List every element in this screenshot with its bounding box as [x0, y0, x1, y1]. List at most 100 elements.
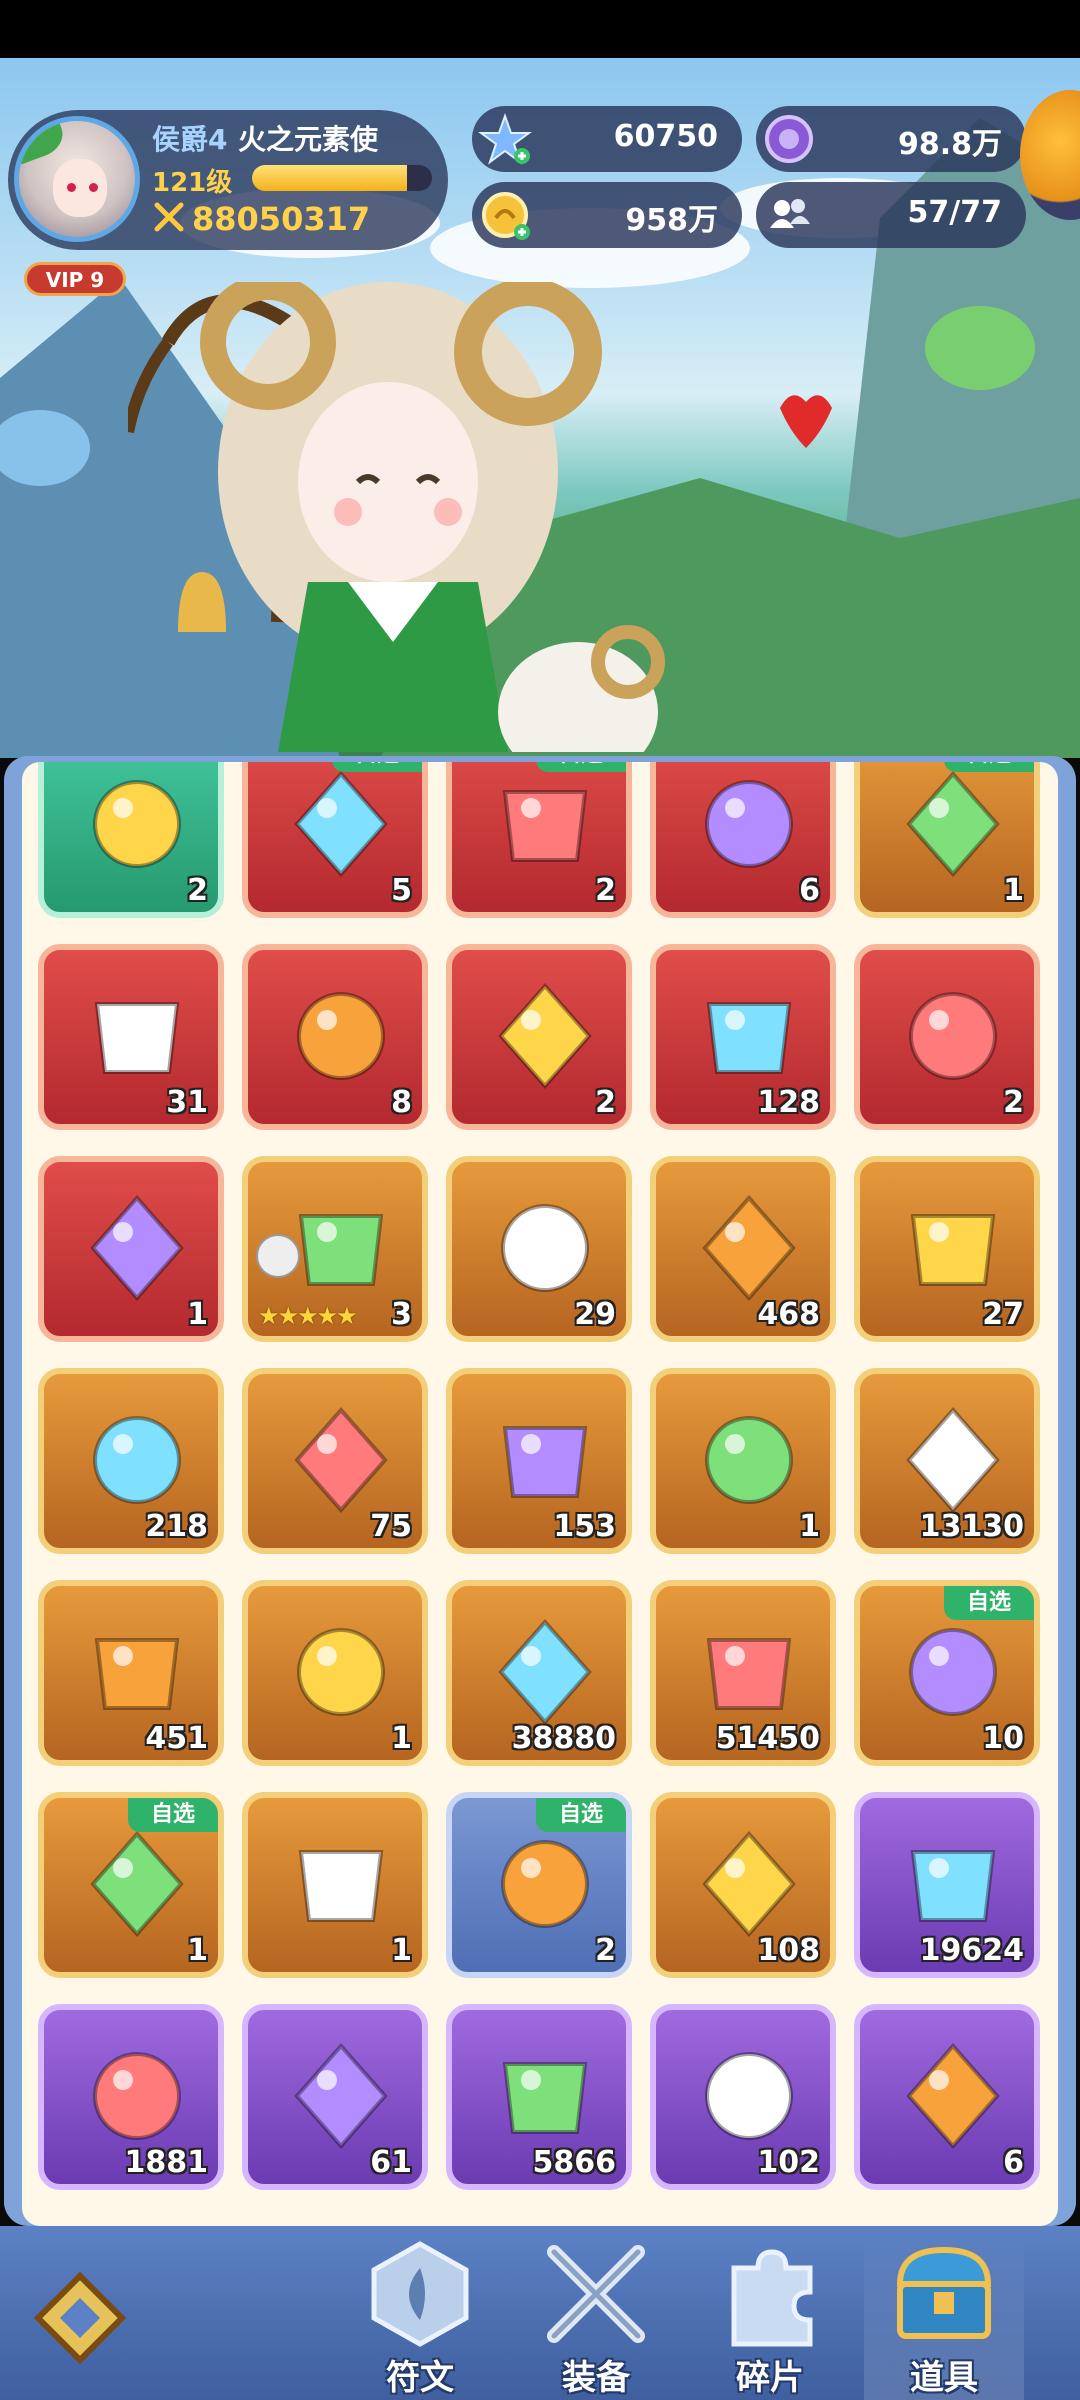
item-slot[interactable]: 2 [38, 762, 224, 918]
item-slot[interactable]: 31 [38, 944, 224, 1130]
tab-items[interactable]: 道具 [864, 2232, 1024, 2400]
golden-key-icon [705, 1416, 793, 1504]
item-slot[interactable]: 128 [650, 944, 836, 1130]
item-count: 1 [391, 1933, 412, 1968]
item-slot[interactable]: 102 [650, 2004, 836, 2190]
inventory-panel[interactable]: 2自选5自选26自选1318212821★★★★★329468272187515… [22, 762, 1058, 2226]
puzzle-piece-icon [731, 2249, 813, 2347]
ice-chest-icon [501, 1840, 589, 1928]
item-slot[interactable]: 1 [650, 1368, 836, 1554]
palm-leaf-icon [19, 121, 69, 165]
item-slot[interactable]: 5866 [446, 2004, 632, 2190]
item-slot[interactable]: ★★★★★ 3 [242, 1156, 428, 1342]
item-slot[interactable]: 自选 1 [854, 762, 1040, 918]
avatar-face [53, 159, 107, 217]
item-slot[interactable]: 61 [242, 2004, 428, 2190]
treasure-chest-icon [896, 2246, 992, 2339]
item-slot[interactable]: 13130 [854, 1368, 1040, 1554]
jewel-chest-icon [90, 1830, 184, 1938]
star-rating: ★★★★★ [258, 1302, 358, 1330]
crystal-ball-icon [298, 1214, 384, 1286]
item-slot[interactable]: 8 [242, 944, 428, 1130]
item-slot[interactable]: 29 [446, 1156, 632, 1342]
resource-value: 958万 [625, 203, 718, 238]
item-count: 13130 [919, 1509, 1024, 1544]
item-slot[interactable]: 451 [38, 1580, 224, 1766]
avatar-eye [89, 183, 98, 192]
resource-purple-coin[interactable]: 98.8万 [756, 106, 1026, 172]
item-count: 5 [391, 873, 412, 908]
item-slot[interactable]: 自选 1 [38, 1792, 224, 1978]
item-slot[interactable]: 468 [650, 1156, 836, 1342]
coral-icon [501, 1204, 589, 1292]
item-slot[interactable]: 6 [650, 762, 836, 918]
item-count: 1881 [124, 2145, 209, 2180]
gold-ticket-icon [706, 1002, 792, 1074]
item-count: 218 [145, 1509, 208, 1544]
select-tag: 自选 [128, 1798, 218, 1832]
resource-gold-coin[interactable]: 958万 [472, 182, 742, 248]
resource-friends[interactable]: 57/77 [756, 182, 1026, 248]
resource-star-crystal[interactable]: 60750 [472, 106, 742, 172]
item-slot[interactable]: 自选 2 [446, 1792, 632, 1978]
item-slot[interactable]: 1 [242, 1580, 428, 1766]
player-level: 121级 [152, 168, 233, 198]
sword-card-icon [705, 2052, 793, 2140]
item-slot[interactable]: 自选 5 [242, 762, 428, 918]
treasure-chest-icon [502, 790, 588, 862]
rainbow-crystal-icon [93, 780, 181, 868]
status-bar [0, 0, 1080, 58]
item-slot[interactable]: 38880 [446, 1580, 632, 1766]
item-count: 61 [370, 2145, 412, 2180]
item-slot[interactable]: 218 [38, 1368, 224, 1554]
item-count: 2 [595, 1933, 616, 1968]
crossed-swords-icon [547, 2245, 645, 2343]
item-count: 153 [553, 1509, 616, 1544]
avatar-eye [67, 183, 76, 192]
lotus-flower-icon [94, 1002, 180, 1074]
item-slot[interactable]: 19624 [854, 1792, 1040, 1978]
purple-medal-icon [706, 1638, 792, 1710]
item-slot[interactable]: 自选 10 [854, 1580, 1040, 1766]
item-slot[interactable]: 108 [650, 1792, 836, 1978]
item-slot[interactable]: 1 [242, 1792, 428, 1978]
back-arrow-icon[interactable] [22, 2258, 142, 2378]
item-count: 451 [145, 1721, 208, 1756]
rune-icon [371, 2241, 469, 2347]
item-slot[interactable]: 2 [446, 944, 632, 1130]
item-count: 3 [391, 1297, 412, 1332]
item-count: 1 [391, 1721, 412, 1756]
inventory-grid: 2自选5自选26自选1318212821★★★★★329468272187515… [38, 762, 1040, 2190]
item-slot[interactable]: 1 [38, 1156, 224, 1342]
item-slot[interactable]: 6 [854, 2004, 1040, 2190]
item-slot[interactable]: 2 [854, 944, 1040, 1130]
item-slot[interactable]: 27 [854, 1156, 1040, 1342]
resource-value: 57/77 [907, 195, 1002, 230]
dragon-egg-icon [702, 1830, 796, 1938]
tab-fragments[interactable]: 碎片 [690, 2232, 850, 2400]
item-count: 51450 [715, 1721, 820, 1756]
combat-power: 88050317 [192, 200, 371, 238]
item-count: 29 [574, 1297, 616, 1332]
item-slot[interactable]: 75 [242, 1368, 428, 1554]
item-slot[interactable]: 51450 [650, 1580, 836, 1766]
player-avatar[interactable] [14, 116, 140, 242]
vip-badge[interactable]: VIP 9 [24, 262, 126, 296]
item-slot[interactable]: 1881 [38, 2004, 224, 2190]
tab-equipment[interactable]: 装备 [516, 2232, 676, 2400]
refresh-card-icon [906, 2042, 1000, 2150]
exp-bar [252, 165, 432, 191]
tab-runes[interactable]: 符文 [340, 2232, 500, 2400]
item-count: 2 [595, 873, 616, 908]
heart-ticket-icon [294, 1406, 388, 1514]
item-count: 1 [799, 1509, 820, 1544]
gift-egg-icon [294, 770, 388, 878]
tab-label: 道具 [910, 2358, 978, 2398]
gem-chest-icon [906, 770, 1000, 878]
item-count: 1 [1003, 873, 1024, 908]
item-slot[interactable]: 153 [446, 1368, 632, 1554]
item-slot[interactable]: 自选 2 [446, 762, 632, 918]
select-tag: 自选 [332, 762, 422, 772]
grid-badge-icon [256, 1234, 300, 1278]
item-count: 468 [757, 1297, 820, 1332]
